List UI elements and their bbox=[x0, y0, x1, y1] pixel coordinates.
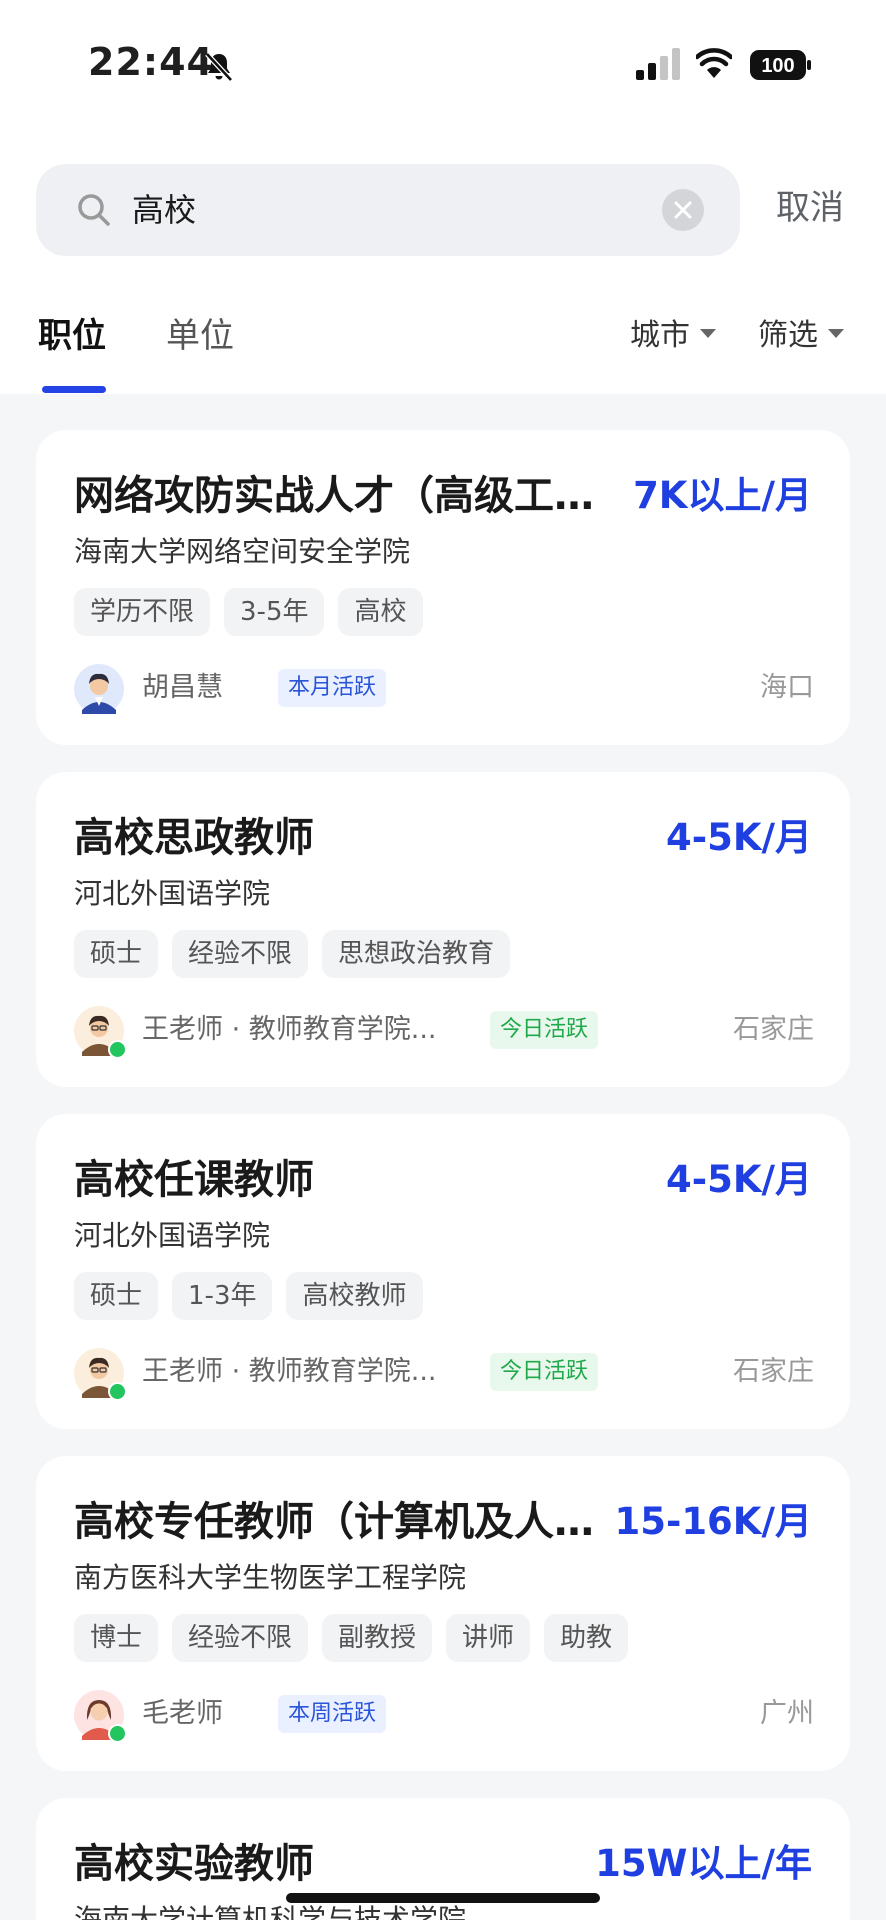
job-location: 广州 bbox=[760, 1698, 814, 1729]
job-tag: 助教 bbox=[544, 1614, 629, 1662]
cancel-button[interactable]: 取消 bbox=[776, 184, 844, 232]
status-time: 22:44 bbox=[88, 40, 214, 84]
job-tag: 学历不限 bbox=[74, 588, 211, 636]
job-tag: 3-5年 bbox=[224, 588, 325, 636]
job-location: 海口 bbox=[760, 672, 814, 703]
job-title: 高校实验教师 bbox=[74, 1841, 314, 1887]
close-icon bbox=[674, 201, 692, 219]
active-tab-indicator bbox=[42, 386, 106, 393]
activity-badge: 今日活跃 bbox=[490, 1353, 599, 1391]
recruiter-name: 王老师 · 教师教育学院... bbox=[142, 1356, 437, 1387]
caret-down-icon bbox=[700, 329, 716, 338]
activity-badge: 今日活跃 bbox=[490, 1011, 599, 1049]
wifi-icon bbox=[696, 48, 732, 78]
job-salary: 4-5K/月 bbox=[665, 1158, 812, 1201]
online-status-dot bbox=[108, 1382, 127, 1401]
battery-level: 100 bbox=[761, 55, 794, 77]
job-tags: 博士 经验不限 副教授 讲师 助教 bbox=[74, 1614, 642, 1662]
clear-search-button[interactable] bbox=[662, 189, 704, 231]
job-card[interactable]: 网络攻防实战人才（高级工程师） 7K以上/月 海南大学网络空间安全学院 学历不限… bbox=[36, 430, 850, 745]
recruiter-name: 王老师 · 教师教育学院... bbox=[142, 1014, 437, 1045]
recruiter-name: 毛老师 bbox=[142, 1698, 223, 1729]
job-title: 网络攻防实战人才（高级工程师） bbox=[74, 473, 614, 519]
job-tag: 硕士 bbox=[74, 930, 159, 978]
battery-icon: 100 bbox=[750, 50, 811, 80]
cellular-signal-icon bbox=[636, 48, 680, 80]
search-bar[interactable]: 高校 bbox=[36, 164, 740, 256]
tab-employers[interactable]: 单位 bbox=[166, 312, 234, 360]
job-card[interactable]: 高校思政教师 4-5K/月 河北外国语学院 硕士 经验不限 思想政治教育 王老师… bbox=[36, 772, 850, 1087]
job-title: 高校专任教师（计算机及人工智能） bbox=[74, 1499, 614, 1545]
caret-down-icon bbox=[828, 329, 844, 338]
filter-label: 筛选 bbox=[758, 318, 818, 353]
recruiter-row: 毛老师 本周活跃 广州 bbox=[74, 1690, 814, 1743]
job-tags: 硕士 经验不限 思想政治教育 bbox=[74, 930, 524, 978]
bell-muted-icon bbox=[205, 52, 233, 82]
home-indicator[interactable] bbox=[286, 1893, 600, 1903]
job-card[interactable]: 高校任课教师 4-5K/月 河北外国语学院 硕士 1-3年 高校教师 王老师 ·… bbox=[36, 1114, 850, 1429]
job-title: 高校任课教师 bbox=[74, 1157, 314, 1203]
job-tag: 思想政治教育 bbox=[322, 930, 511, 978]
activity-badge: 本周活跃 bbox=[278, 1695, 387, 1733]
job-tag: 经验不限 bbox=[172, 930, 309, 978]
job-salary: 15-16K/月 bbox=[614, 1500, 812, 1543]
city-filter-dropdown[interactable]: 城市 bbox=[630, 314, 716, 358]
tab-jobs[interactable]: 职位 bbox=[38, 312, 106, 360]
job-salary: 15W以上/年 bbox=[595, 1842, 812, 1885]
job-tag: 博士 bbox=[74, 1614, 159, 1662]
job-title: 高校思政教师 bbox=[74, 815, 314, 861]
job-card[interactable]: 高校专任教师（计算机及人工智能） 15-16K/月 南方医科大学生物医学工程学院… bbox=[36, 1456, 850, 1771]
recruiter-row: 王老师 · 教师教育学院... 今日活跃 石家庄 bbox=[74, 1006, 814, 1059]
job-employer: 南方医科大学生物医学工程学院 bbox=[74, 1561, 467, 1594]
job-employer: 河北外国语学院 bbox=[74, 1219, 271, 1252]
job-tag: 经验不限 bbox=[172, 1614, 309, 1662]
job-tags: 硕士 1-3年 高校教师 bbox=[74, 1272, 437, 1320]
activity-badge: 本月活跃 bbox=[278, 669, 387, 707]
job-tag: 副教授 bbox=[322, 1614, 433, 1662]
job-tag: 1-3年 bbox=[172, 1272, 273, 1320]
recruiter-name: 胡昌慧 bbox=[142, 672, 223, 703]
job-tag: 硕士 bbox=[74, 1272, 159, 1320]
job-employer: 海南大学计算机科学与技术学院 bbox=[74, 1903, 467, 1920]
filter-dropdown[interactable]: 筛选 bbox=[758, 314, 844, 358]
job-salary: 4-5K/月 bbox=[665, 816, 812, 859]
job-tag: 讲师 bbox=[446, 1614, 531, 1662]
search-input[interactable]: 高校 bbox=[132, 186, 196, 234]
job-tag: 高校教师 bbox=[286, 1272, 423, 1320]
city-filter-label: 城市 bbox=[630, 318, 690, 353]
search-icon bbox=[78, 194, 110, 226]
job-tags: 学历不限 3-5年 高校 bbox=[74, 588, 437, 636]
job-tag: 高校 bbox=[338, 588, 423, 636]
job-location: 石家庄 bbox=[733, 1356, 814, 1387]
job-employer: 海南大学网络空间安全学院 bbox=[74, 535, 411, 568]
recruiter-row: 王老师 · 教师教育学院... 今日活跃 石家庄 bbox=[74, 1348, 814, 1401]
online-status-dot bbox=[108, 1040, 127, 1059]
job-location: 石家庄 bbox=[733, 1014, 814, 1045]
job-salary: 7K以上/月 bbox=[633, 474, 812, 517]
avatar bbox=[74, 664, 124, 714]
job-employer: 河北外国语学院 bbox=[74, 877, 271, 910]
online-status-dot bbox=[108, 1724, 127, 1743]
recruiter-row: 胡昌慧 本月活跃 海口 bbox=[74, 664, 814, 714]
